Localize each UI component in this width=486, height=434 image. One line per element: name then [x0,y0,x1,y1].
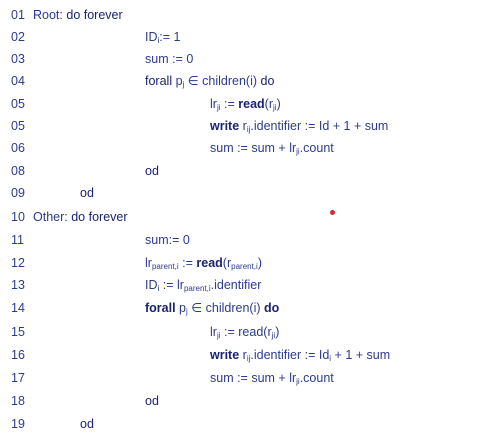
code-line-08: 08 od [0,161,486,181]
code-line-05b: 05 write rij.identifier := Id + 1 + sum [0,116,486,136]
line-number: 09 [11,186,25,200]
code-keyword: od [80,186,94,200]
code-line-12: 12 lrparent,i := read(rparent,i) [0,253,486,273]
line-number: 02 [11,30,25,44]
code-text: write rij.identifier := Idi + 1 + sum [210,348,391,363]
line-number: 04 [11,74,25,88]
section-label: Root: do forever [33,8,123,22]
line-number: 10 [11,210,25,224]
section-label: Other: do forever [33,210,128,224]
code-keyword: od [145,394,159,408]
pointer-dot [330,210,335,215]
code-text: forall pj ∈ children(i) do [145,301,280,316]
line-number: 13 [11,278,25,292]
line-number: 14 [11,301,25,315]
line-number: 19 [11,417,25,431]
code-text: forall pj ∈ children(i) do [145,74,275,89]
algorithm-listing: 01 Root: do forever 02 IDi:= 1 03 sum :=… [0,0,486,433]
code-text: write rij.identifier := Id + 1 + sum [210,119,389,134]
code-line-10: 10 Other: do forever [0,207,486,227]
code-line-04: 04 forall pj ∈ children(i) do [0,71,486,91]
code-line-01: 01 Root: do forever [0,5,486,25]
line-number: 16 [11,348,25,362]
code-keyword: od [80,417,94,431]
code-line-14: 14 forall pj ∈ children(i) do [0,298,486,318]
line-number: 05 [11,119,25,133]
code-text: IDi:= 1 [145,30,181,45]
line-number: 03 [11,52,25,66]
line-number: 18 [11,394,25,408]
line-number: 15 [11,325,25,339]
code-line-17: 17 sum := sum + lrji.count [0,368,486,388]
code-line-03: 03 sum := 0 [0,49,486,69]
code-line-02: 02 IDi:= 1 [0,27,486,47]
code-line-16: 16 write rij.identifier := Idi + 1 + sum [0,345,486,365]
line-number: 05 [11,97,25,111]
code-text: lrji := read(rji) [210,325,280,340]
code-text: sum := sum + lrji.count [210,141,334,156]
code-text: lrparent,i := read(rparent,i) [145,256,262,271]
code-line-19: 19 od [0,414,486,434]
line-number: 01 [11,8,25,22]
line-number: 06 [11,141,25,155]
code-text: lrji := read(rji) [210,97,281,112]
code-text: sum:= 0 [145,233,190,247]
code-line-05a: 05 lrji := read(rji) [0,94,486,114]
code-text: IDi := lrparent,i.identifier [145,278,262,293]
code-line-15: 15 lrji := read(rji) [0,322,486,342]
line-number: 11 [11,233,24,247]
line-number: 12 [11,256,25,270]
code-text: sum := 0 [145,52,194,66]
code-keyword: od [145,164,159,178]
code-line-11: 11 sum:= 0 [0,230,486,250]
code-text: sum := sum + lrji.count [210,371,334,386]
code-line-18: 18 od [0,391,486,411]
code-line-13: 13 IDi := lrparent,i.identifier [0,275,486,295]
line-number: 17 [11,371,25,385]
line-number: 08 [11,164,25,178]
code-line-09: 09 od [0,183,486,203]
code-line-06: 06 sum := sum + lrji.count [0,138,486,158]
